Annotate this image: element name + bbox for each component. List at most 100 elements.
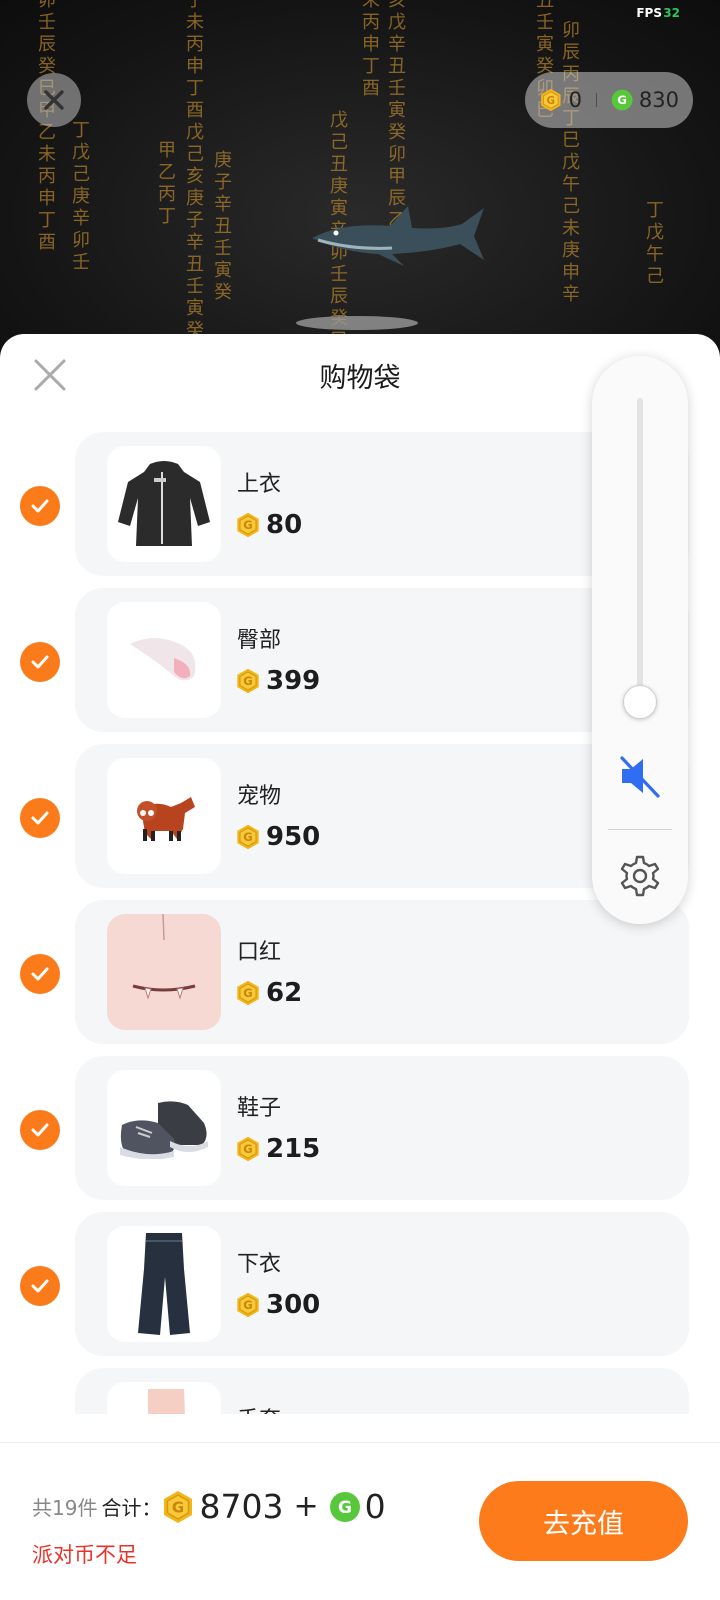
rain-column: 未丙申丁酉 xyxy=(362,0,380,99)
svg-text:G: G xyxy=(243,674,252,688)
cart-item-gloves: 手套 xyxy=(0,1368,720,1414)
gold-coin-icon: G xyxy=(237,824,259,850)
item-thumbnail xyxy=(107,602,221,718)
list-item[interactable]: 口红 G 62 xyxy=(75,900,689,1044)
item-price: G 950 xyxy=(235,822,320,852)
item-price: G 215 xyxy=(235,1134,320,1164)
item-name: 上衣 xyxy=(237,472,282,497)
rain-column: 丁戊午己 xyxy=(646,200,664,287)
jeans-icon xyxy=(138,1233,190,1335)
item-price: G 300 xyxy=(235,1290,320,1320)
avatar-pedestal xyxy=(296,316,418,330)
svg-text:G: G xyxy=(243,986,252,1000)
volume-slider-knob[interactable] xyxy=(623,685,657,719)
item-checkbox[interactable] xyxy=(20,954,60,994)
item-checkbox[interactable] xyxy=(20,642,60,682)
scene-close-button[interactable] xyxy=(27,73,81,127)
insufficient-warning: 派对币不足 xyxy=(32,1543,137,1567)
gear-icon[interactable] xyxy=(618,854,662,898)
cart-item-bottoms: 下衣 G 300 xyxy=(0,1212,720,1356)
price-value: 215 xyxy=(266,1134,321,1164)
total-gold-value: 8703 xyxy=(199,1487,284,1526)
sneakers-icon xyxy=(120,1101,208,1159)
cart-item-shoes: 鞋子 G 215 xyxy=(0,1056,720,1200)
cart-item-lipstick: 口红 G 62 xyxy=(0,900,720,1044)
wallet-balance: G 0 G 830 xyxy=(525,72,693,128)
green-coin-balance: 830 xyxy=(638,88,679,112)
total-label: 合计： xyxy=(101,1496,162,1520)
item-thumbnail xyxy=(107,1226,221,1342)
svg-text:G: G xyxy=(547,95,556,107)
volume-panel xyxy=(592,356,688,924)
list-item[interactable]: 下衣 G 300 xyxy=(75,1212,689,1356)
svg-text:G: G xyxy=(172,1498,184,1516)
list-item[interactable]: 手套 xyxy=(75,1368,689,1414)
svg-text:G: G xyxy=(617,93,627,107)
checkout-bar: 共19件 合计： G 8703 + G 0 派对币不足 去充值 xyxy=(0,1442,720,1600)
shark-pet-icon xyxy=(312,206,484,266)
green-coin-icon: G xyxy=(329,1491,360,1522)
red-panda-icon xyxy=(137,797,195,841)
rain-column: 庚子辛丑壬寅癸 xyxy=(214,150,232,303)
item-name: 鞋子 xyxy=(237,1096,282,1121)
item-thumbnail xyxy=(107,1070,221,1186)
svg-text:G: G xyxy=(338,1498,352,1518)
check-icon xyxy=(31,967,49,981)
fps-value: 32 xyxy=(663,6,680,20)
price-value: 950 xyxy=(266,822,321,852)
gold-coin-balance: 0 xyxy=(568,88,582,112)
check-icon xyxy=(31,1279,49,1293)
item-checkbox[interactable] xyxy=(20,1266,60,1306)
price-value: 62 xyxy=(266,978,303,1008)
item-price: G 80 xyxy=(235,510,302,540)
rain-column: 卯壬辰癸巳甲乙未丙申丁酉 xyxy=(38,0,56,253)
item-price: G 399 xyxy=(235,666,320,696)
item-thumbnail xyxy=(107,446,221,562)
price-value: 80 xyxy=(266,510,303,540)
item-count: 共19件 xyxy=(32,1496,98,1520)
total-line: 共19件 合计： G 8703 + G 0 xyxy=(32,1487,386,1526)
tail-icon xyxy=(130,638,196,681)
item-name: 下衣 xyxy=(237,1252,282,1277)
price-value: 399 xyxy=(266,666,321,696)
total-green-value: 0 xyxy=(364,1487,386,1526)
item-thumbnail xyxy=(107,758,221,874)
check-icon xyxy=(31,1123,49,1137)
gold-coin-icon: G xyxy=(237,668,259,694)
check-icon xyxy=(31,499,49,513)
green-coin-icon: G xyxy=(611,89,633,111)
rain-column: 丁戊己庚辛卯壬 xyxy=(72,120,90,273)
speaker-muted-icon[interactable] xyxy=(616,752,664,800)
divider xyxy=(608,829,672,830)
item-checkbox[interactable] xyxy=(20,798,60,838)
item-price: G 62 xyxy=(235,978,302,1008)
item-thumbnail xyxy=(107,1382,221,1414)
item-name: 宠物 xyxy=(237,784,282,809)
gold-coin-icon: G xyxy=(237,512,259,538)
gold-coin-icon: G xyxy=(541,88,561,112)
price-value: 300 xyxy=(266,1290,321,1320)
hoodie-icon xyxy=(118,461,210,546)
rain-column: 子未丙申丁酉戊己亥庚子辛丑壬寅癸卯甲 xyxy=(186,0,204,360)
svg-text:G: G xyxy=(243,830,252,844)
volume-slider-track[interactable] xyxy=(637,398,643,718)
avatar-preview-scene: 卯壬辰癸巳甲乙未丙申丁酉 丁戊己庚辛卯壬 甲乙丙丁 子未丙申丁酉戊己亥庚子辛丑壬… xyxy=(0,0,720,360)
wallet-divider xyxy=(595,93,597,107)
item-name: 口红 xyxy=(237,940,282,965)
svg-text:G: G xyxy=(243,518,252,532)
check-icon xyxy=(31,655,49,669)
item-name: 手套 xyxy=(237,1402,281,1414)
glove-icon xyxy=(148,1389,185,1414)
rain-column: 卯辰丙辰丁巳戊午己未庚申辛 xyxy=(562,20,580,305)
gold-coin-icon: G xyxy=(164,1490,193,1523)
rain-column: 甲乙丙丁 xyxy=(158,140,176,227)
item-checkbox[interactable] xyxy=(20,1110,60,1150)
item-checkbox[interactable] xyxy=(20,486,60,526)
gold-coin-icon: G xyxy=(237,1136,259,1162)
item-name: 臀部 xyxy=(237,628,282,653)
list-item[interactable]: 鞋子 G 215 xyxy=(75,1056,689,1200)
svg-text:G: G xyxy=(243,1142,252,1156)
recharge-button[interactable]: 去充值 xyxy=(479,1481,688,1561)
svg-text:G: G xyxy=(243,1298,252,1312)
check-icon xyxy=(31,811,49,825)
